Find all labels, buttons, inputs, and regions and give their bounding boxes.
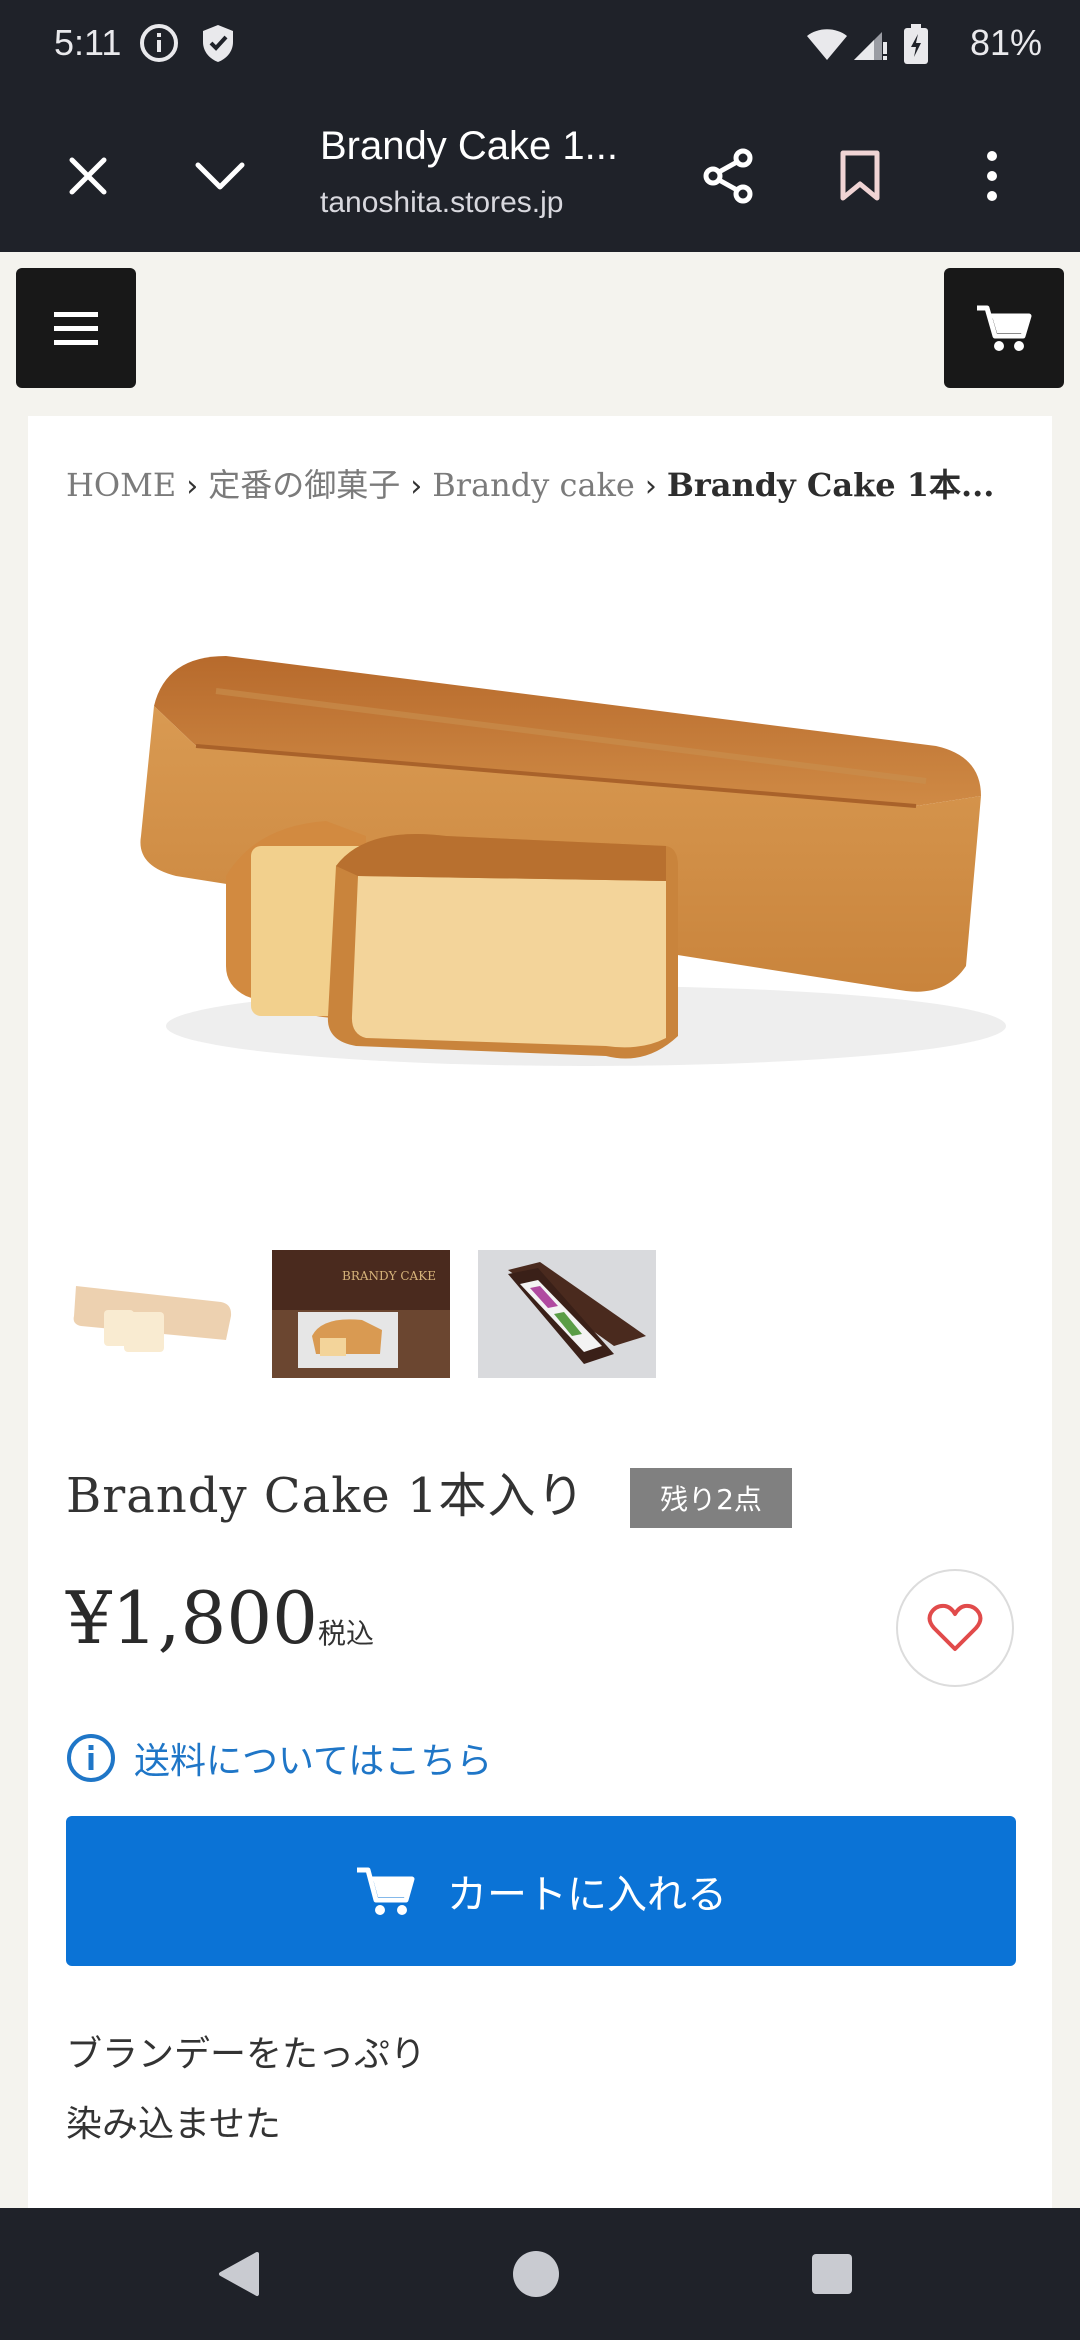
status-time: 5:11: [54, 22, 122, 63]
battery-level: 81%: [969, 22, 1042, 63]
chevron-right-icon: ›: [410, 469, 423, 504]
shield-icon: [198, 22, 238, 68]
recents-square-icon: [812, 2254, 852, 2294]
add-to-cart-button[interactable]: カートに入れる: [66, 1816, 1016, 1966]
add-to-cart-label: カートに入れる: [447, 1872, 727, 1918]
battery-charging-icon: [904, 24, 928, 68]
cart-header-button[interactable]: [944, 268, 1064, 388]
product-price: ¥1,800: [66, 1576, 318, 1660]
tax-label: 税込: [318, 1617, 375, 1650]
breadcrumb: HOME › 定番の御菓子 › Brandy cake › Brandy Cake 1本..…: [66, 460, 994, 506]
back-button[interactable]: [206, 2242, 270, 2306]
breadcrumb-home[interactable]: HOME: [66, 466, 176, 504]
shipping-info-text: 送料についてはこちら: [134, 1741, 493, 1782]
home-button[interactable]: [504, 2242, 568, 2306]
product-description: ブランデーをたっぷり 染み込ませた: [66, 2020, 426, 2160]
product-card: HOME › 定番の御菓子 › Brandy cake › Brandy Cake 1本..…: [28, 416, 1052, 2208]
title-row: Brandy Cake 1本入り: [66, 1456, 586, 1526]
web-page: HOME › 定番の御菓子 › Brandy cake › Brandy Cake 1本..…: [0, 252, 1080, 2208]
back-triangle-icon: [219, 2252, 259, 2296]
wifi-icon: [806, 26, 848, 66]
thumbnail-3[interactable]: [478, 1250, 656, 1378]
bookmark-button[interactable]: [818, 134, 902, 218]
chevron-down-icon: [195, 162, 245, 190]
minimize-button[interactable]: [178, 134, 262, 218]
page-title: Brandy Cake 1...: [320, 124, 618, 168]
more-vertical-icon: [987, 151, 997, 201]
heart-icon: [927, 1603, 983, 1651]
favorite-button[interactable]: [896, 1569, 1014, 1687]
close-button[interactable]: [46, 134, 130, 218]
hamburger-icon: [54, 312, 98, 345]
chevron-right-icon: ›: [186, 469, 199, 504]
thumbnail-2[interactable]: BRANDY CAKE: [272, 1250, 450, 1378]
page-url: tanoshita.stores.jp: [320, 186, 564, 219]
description-line: ブランデーをたっぷり: [66, 2034, 427, 2075]
close-icon: [69, 157, 107, 195]
svg-text:BRANDY CAKE: BRANDY CAKE: [342, 1269, 436, 1283]
stock-badge: 残り2点: [630, 1468, 792, 1528]
menu-button[interactable]: [16, 268, 136, 388]
cell-signal-icon: [852, 26, 888, 66]
more-options-button[interactable]: [950, 134, 1034, 218]
info-icon: [138, 22, 180, 68]
breadcrumb-category[interactable]: 定番の御菓子: [208, 466, 400, 504]
product-main-image[interactable]: [66, 546, 1016, 1226]
status-bar: 5:11 81%: [0, 0, 1080, 96]
description-line: 染み込ませた: [66, 2104, 281, 2145]
recents-button[interactable]: [800, 2242, 864, 2306]
navigation-bar: [0, 2208, 1080, 2340]
shipping-info-link[interactable]: 送料についてはこちら: [66, 1732, 492, 1784]
breadcrumb-current: Brandy Cake 1本...: [666, 466, 995, 504]
product-title: Brandy Cake 1本入り: [66, 1468, 586, 1524]
info-circle-icon: [67, 1734, 115, 1782]
cart-icon: [357, 1867, 415, 1915]
share-button[interactable]: [686, 134, 770, 218]
thumbnail-1[interactable]: [66, 1250, 244, 1378]
cart-icon: [977, 305, 1032, 351]
bookmark-icon: [840, 150, 880, 201]
chevron-right-icon: ›: [644, 469, 657, 504]
home-circle-icon: [513, 2251, 559, 2297]
breadcrumb-subcategory[interactable]: Brandy cake: [432, 466, 635, 504]
share-icon: [703, 148, 753, 204]
browser-toolbar: Brandy Cake 1... tanoshita.stores.jp: [0, 96, 1080, 252]
